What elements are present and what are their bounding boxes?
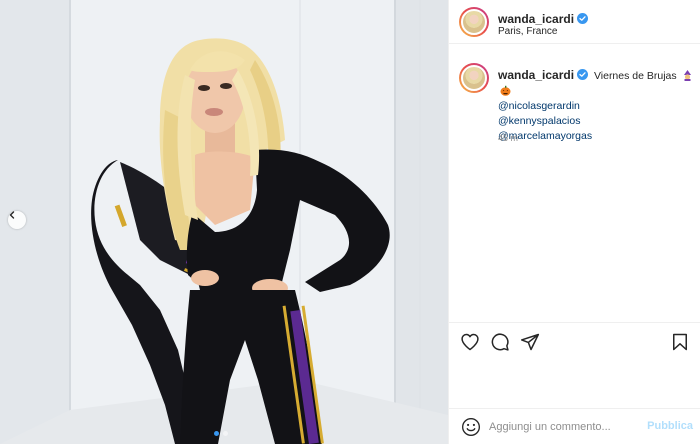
mention-link[interactable]: @nicolasgerardin [498,99,694,114]
verified-badge-icon [577,69,589,80]
share-button[interactable] [519,331,541,353]
caption-text: Viernes de Brujas [593,70,677,82]
comment-input[interactable] [489,418,639,436]
heart-icon [461,333,479,351]
mention-link[interactable]: @marcelamayorgas [498,129,694,144]
add-comment-bar: Pubblica [449,408,700,444]
verified-badge-icon [577,13,589,24]
chevron-left-icon [9,211,15,219]
caption-body: wanda_icardi Viernes de Brujas @nicolasg… [498,68,694,144]
carousel-dot [214,431,219,436]
paper-plane-icon [520,333,540,351]
woman-mage-emoji-icon [683,70,691,81]
bookmark-icon [673,333,687,351]
emoji-picker-button[interactable] [461,417,481,437]
post-actions [449,322,700,360]
carousel-dot [223,431,228,436]
location-link[interactable]: Paris, France [498,26,557,37]
comment-icon [491,333,509,351]
carousel-indicator [214,431,228,436]
save-button[interactable] [669,331,691,353]
jack-o-lantern-icon [500,85,511,96]
caption-username-link[interactable]: wanda_icardi [498,68,574,82]
avatar-image [461,9,487,35]
comment-button[interactable] [489,331,511,353]
caption-avatar[interactable] [459,63,489,93]
publish-button[interactable]: Pubblica [647,420,693,432]
avatar-image [461,65,487,91]
avatar[interactable] [459,7,489,37]
post-timestamp[interactable]: 45 m [498,133,518,143]
photo-illustration [0,0,448,444]
post-photo[interactable] [0,0,448,444]
previous-image-button[interactable] [8,211,26,229]
post-side-panel: wanda_icardi Paris, France wanda_icardi … [448,0,700,444]
like-button[interactable] [459,331,481,353]
mention-link[interactable]: @kennyspalacios [498,114,694,129]
post-header: wanda_icardi Paris, France [449,0,700,44]
author-username-link[interactable]: wanda_icardi [498,12,574,26]
